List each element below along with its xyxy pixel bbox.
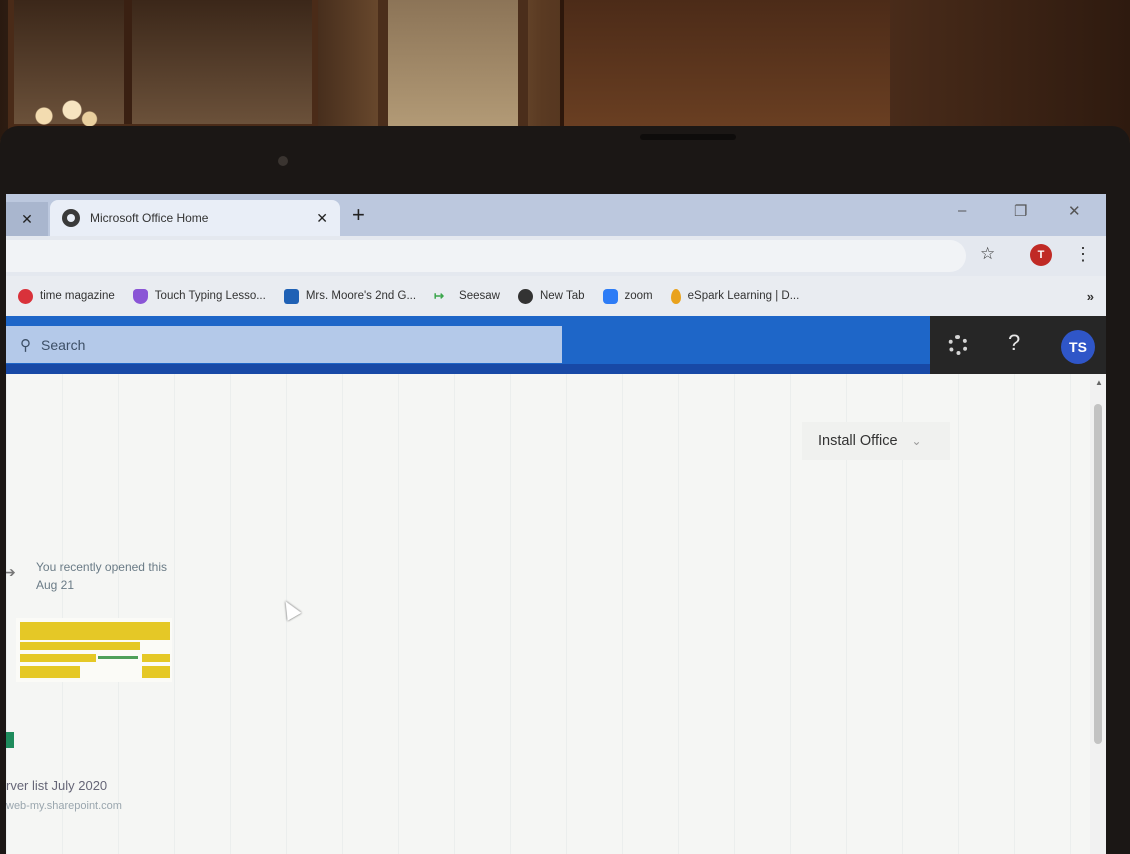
profile-avatar[interactable]: T [1030, 244, 1052, 266]
scroll-up-icon[interactable]: ▲ [1095, 378, 1103, 387]
help-icon[interactable]: ? [1008, 330, 1020, 356]
seesaw-icon: ↦ [434, 288, 445, 303]
window-close-icon[interactable]: ✕ [1068, 202, 1081, 220]
tab-strip: ✕ Microsoft Office Home ✕ + – ❐ ✕ [6, 194, 1106, 236]
recent-arrow-icon: ➔ [6, 564, 16, 580]
bookmarks-bar: time magazine Touch Typing Lesso... Mrs.… [6, 276, 1106, 316]
time-icon [18, 288, 33, 304]
globe-icon [517, 288, 533, 304]
file-location: web-my.sharepoint.com [6, 800, 122, 812]
bookmark-label: eSpark Learning | D... [687, 290, 800, 302]
install-office-button[interactable]: Install Office ⌄ [802, 422, 950, 460]
espark-icon [670, 288, 681, 304]
laptop-screen: ✕ Microsoft Office Home ✕ + – ❐ ✕ ☆ T ⋮ … [6, 194, 1106, 854]
recent-date: Aug 21 [36, 578, 75, 592]
chevron-down-icon: ⌄ [911, 434, 922, 448]
zoom-icon [602, 288, 618, 304]
new-tab-button[interactable]: + [352, 204, 365, 226]
bookmark-label: Seesaw [459, 290, 500, 302]
bookmark-seesaw[interactable]: ↦ Seesaw [434, 289, 500, 304]
address-row: ☆ T ⋮ [6, 236, 1106, 276]
search-placeholder: Search [41, 336, 86, 353]
tab-microsoft-office-home[interactable]: Microsoft Office Home ✕ [50, 200, 340, 236]
search-icon: ⚲ [20, 336, 31, 354]
previous-tab[interactable]: ✕ [6, 202, 48, 236]
address-bar[interactable] [6, 240, 966, 272]
user-avatar[interactable]: TS [1061, 330, 1095, 364]
bookmark-star-icon[interactable]: ☆ [980, 244, 995, 264]
bookmark-time-magazine[interactable]: time magazine [18, 288, 115, 304]
restore-icon[interactable]: ❐ [1014, 202, 1027, 220]
background-flowers [30, 98, 100, 128]
header-bottom-stripe [6, 364, 930, 374]
bookmark-label: time magazine [40, 290, 115, 302]
bookmark-label: Touch Typing Lesso... [154, 290, 266, 302]
bookmark-espark[interactable]: eSpark Learning | D... [670, 288, 800, 304]
bookmark-zoom[interactable]: zoom [602, 288, 653, 304]
excel-icon [6, 732, 14, 748]
bezel-slot [640, 134, 736, 140]
tab-title: Microsoft Office Home [90, 211, 209, 225]
bookmark-label: zoom [624, 290, 653, 302]
bookmark-mrs-moore[interactable]: Mrs. Moore's 2nd G... [283, 288, 417, 304]
classroom-icon [283, 288, 299, 304]
bookmark-touch-typing[interactable]: Touch Typing Lesso... [132, 288, 266, 304]
background-room [0, 0, 1130, 140]
install-office-label: Install Office [818, 433, 898, 449]
bookmark-label: Mrs. Moore's 2nd G... [305, 290, 417, 302]
close-icon[interactable]: ✕ [316, 210, 328, 227]
close-icon[interactable]: ✕ [21, 211, 33, 228]
typing-icon [132, 288, 148, 304]
search-input[interactable]: ⚲ Search [6, 326, 562, 363]
background-frame [378, 0, 528, 126]
background-cabinet [560, 0, 890, 128]
file-name[interactable]: rver list July 2020 [6, 778, 107, 793]
minimize-icon[interactable]: – [958, 202, 966, 219]
main-content: Install Office ⌄ ➔ You recently opened t… [6, 374, 1090, 854]
file-thumbnail[interactable] [16, 618, 172, 682]
bookmarks-overflow-button[interactable]: » [1087, 289, 1094, 304]
bookmark-new-tab[interactable]: New Tab [517, 288, 585, 304]
browser-menu-icon[interactable]: ⋮ [1074, 244, 1092, 265]
mouse-cursor-icon [278, 597, 302, 621]
recent-caption: You recently opened this [36, 560, 167, 574]
office-favicon-icon [62, 209, 80, 227]
webcam [278, 156, 288, 166]
gear-icon[interactable] [948, 335, 968, 355]
bookmark-label: New Tab [539, 290, 585, 302]
scrollbar-thumb[interactable] [1094, 404, 1102, 744]
